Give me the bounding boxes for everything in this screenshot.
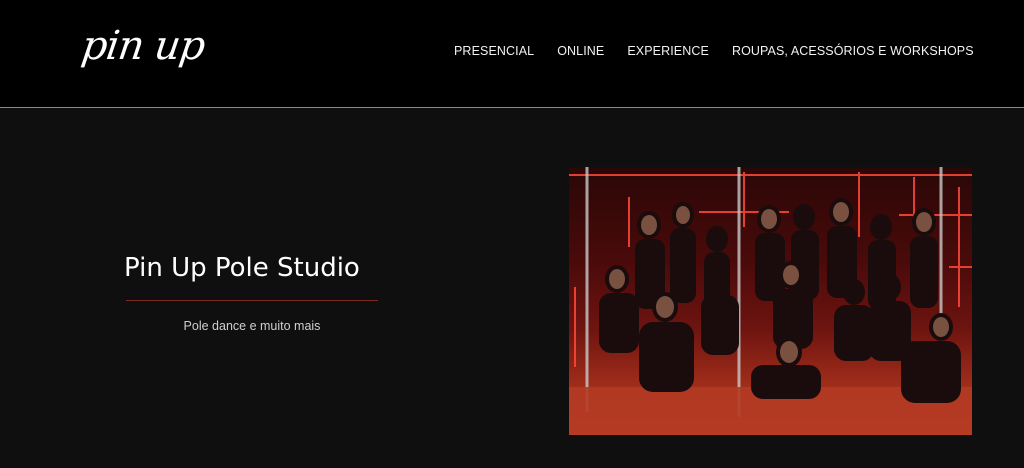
page-subtitle: Pole dance e muito mais [183,319,321,333]
main-nav: PRESENCIAL ONLINE EXPERIENCE ROUPAS, ACE… [454,44,997,58]
title-divider [126,300,378,301]
nav-item-online[interactable]: ONLINE [557,44,604,58]
studio-group-photo [569,167,972,435]
studio-group-photo-illustration [569,167,972,435]
nav-item-presencial[interactable]: PRESENCIAL [454,44,534,58]
nav-item-experience[interactable]: EXPERIENCE [627,44,709,58]
page-title: Pin Up Pole Studio [124,253,360,283]
site-logo[interactable]: pin up [79,23,208,69]
site-header: pin up PRESENCIAL ONLINE EXPERIENCE ROUP… [0,0,1024,108]
hero-section: Pin Up Pole Studio Pole dance e muito ma… [0,109,1024,468]
nav-item-roupas-acessorios-workshops[interactable]: ROUPAS, ACESSÓRIOS E WORKSHOPS [732,44,974,58]
